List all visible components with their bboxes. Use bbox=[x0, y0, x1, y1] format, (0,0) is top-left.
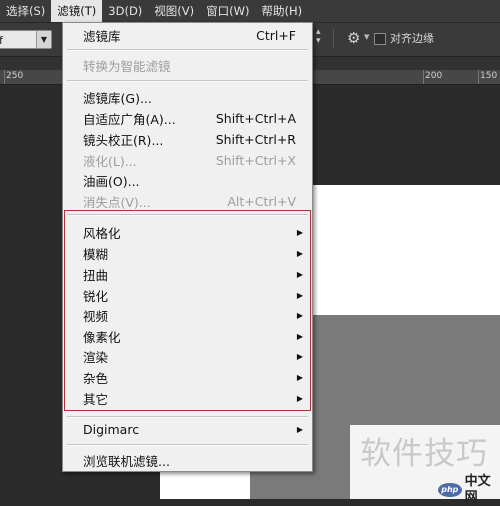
menu-item-vanishing-point: 消失点(V)... Alt+Ctrl+V bbox=[63, 191, 312, 211]
menu-item-blur[interactable]: 模糊 ▶ bbox=[63, 243, 312, 263]
submenu-arrow-icon: ▶ bbox=[296, 372, 303, 382]
menu-item-label: 滤镜库 bbox=[83, 28, 121, 44]
submenu-arrow-icon: ▶ bbox=[296, 424, 303, 434]
caret-up-down-icon[interactable]: ▴ ▾ bbox=[316, 28, 321, 46]
menu-item-other[interactable]: 其它 ▶ bbox=[63, 388, 312, 408]
menu-item-stylize[interactable]: 风格化 ▶ bbox=[63, 222, 312, 242]
menu-window[interactable]: 窗口(W) bbox=[200, 0, 255, 22]
menu-item-last-filter[interactable]: 滤镜库 Ctrl+F bbox=[63, 25, 312, 45]
menu-item-shortcut: Alt+Ctrl+V bbox=[227, 193, 296, 209]
menu-item-label: 自适应广角(A)... bbox=[83, 111, 176, 127]
menu-help[interactable]: 帮助(H) bbox=[255, 0, 308, 22]
menu-item-label: 镜头校正(R)... bbox=[83, 132, 164, 148]
menu-item-distort[interactable]: 扭曲 ▶ bbox=[63, 264, 312, 284]
menu-item-label: 像素化 bbox=[83, 329, 121, 345]
menu-separator bbox=[67, 49, 308, 51]
gear-icon[interactable]: ⚙ bbox=[347, 27, 360, 49]
menu-item-oil-paint[interactable]: 油画(O)... bbox=[63, 170, 312, 190]
watermark-logo: php 中文网 bbox=[438, 474, 500, 505]
menu-item-liquify: 液化(L)... Shift+Ctrl+X bbox=[63, 150, 312, 170]
menu-item-label: 消失点(V)... bbox=[83, 194, 151, 210]
ruler-tick-line bbox=[478, 70, 479, 84]
submenu-arrow-icon: ▶ bbox=[296, 290, 303, 300]
menu-item-label: 液化(L)... bbox=[83, 153, 137, 169]
align-edges-label: 对齐边缘 bbox=[390, 32, 434, 45]
menu-item-label: 锐化 bbox=[83, 288, 109, 304]
php-logo: php bbox=[438, 482, 462, 497]
menu-item-shortcut: Shift+Ctrl+A bbox=[215, 110, 296, 126]
menu-item-adaptive-wide-angle[interactable]: 自适应广角(A)... Shift+Ctrl+A bbox=[63, 108, 312, 128]
menu-item-shortcut: Shift+Ctrl+X bbox=[215, 152, 296, 168]
menu-item-render[interactable]: 渲染 ▶ bbox=[63, 346, 312, 366]
menu-item-label: 视频 bbox=[83, 308, 109, 324]
menu-select[interactable]: 选择(S) bbox=[0, 0, 51, 22]
submenu-arrow-icon: ▶ bbox=[296, 227, 303, 237]
menu-item-filter-gallery[interactable]: 滤镜库(G)... bbox=[63, 87, 312, 107]
ruler-tick-label: 250 bbox=[6, 71, 24, 81]
ruler-tick-label: 150 bbox=[480, 71, 498, 81]
menu-item-label: 杂色 bbox=[83, 370, 109, 386]
menu-bar: 选择(S) 滤镜(T) 3D(D) 视图(V) 窗口(W) 帮助(H) bbox=[0, 0, 500, 23]
menu-item-label: 模糊 bbox=[83, 246, 109, 262]
submenu-arrow-icon: ▶ bbox=[296, 310, 303, 320]
submenu-arrow-icon: ▶ bbox=[296, 351, 303, 361]
ruler-tick-line bbox=[423, 70, 424, 84]
menu-item-lens-correction[interactable]: 镜头校正(R)... Shift+Ctrl+R bbox=[63, 129, 312, 149]
menu-separator bbox=[67, 416, 308, 418]
menu-item-label: 风格化 bbox=[83, 225, 121, 241]
chevron-down-icon[interactable]: ▼ bbox=[364, 33, 369, 41]
chevron-down-icon: ▼ bbox=[36, 31, 51, 48]
menu-item-video[interactable]: 视频 ▶ bbox=[63, 305, 312, 325]
watermark-site-name: 中文网 bbox=[464, 473, 491, 505]
menu-view[interactable]: 视图(V) bbox=[148, 0, 200, 22]
menu-item-label: 其它 bbox=[83, 391, 109, 407]
menu-item-label: Digimarc bbox=[83, 421, 140, 437]
submenu-arrow-icon: ▶ bbox=[296, 393, 303, 403]
mode-select-value: f bbox=[0, 34, 3, 47]
filter-menu: 滤镜库 Ctrl+F 转换为智能滤镜 滤镜库(G)... 自适应广角(A)...… bbox=[62, 22, 313, 472]
options-divider bbox=[333, 29, 334, 49]
ruler-tick-label: 200 bbox=[425, 71, 443, 81]
menu-filter[interactable]: 滤镜(T) bbox=[51, 0, 103, 22]
submenu-arrow-icon: ▶ bbox=[296, 331, 303, 341]
menu-item-browse-online-filters[interactable]: 浏览联机滤镜... bbox=[63, 450, 312, 470]
mode-select[interactable]: f ▼ bbox=[0, 30, 52, 49]
submenu-arrow-icon: ▶ bbox=[296, 269, 303, 279]
menu-item-label: 渲染 bbox=[83, 349, 109, 365]
submenu-arrow-icon: ▶ bbox=[296, 248, 303, 258]
align-edges-checkbox[interactable] bbox=[374, 33, 386, 45]
menu-item-shortcut: Shift+Ctrl+R bbox=[215, 131, 296, 147]
menu-item-pixelate[interactable]: 像素化 ▶ bbox=[63, 326, 312, 346]
ruler-tick-line bbox=[4, 70, 5, 84]
menu-item-convert-smart-filter: 转换为智能滤镜 bbox=[63, 55, 312, 75]
menu-item-noise[interactable]: 杂色 ▶ bbox=[63, 367, 312, 387]
watermark-text: 软件技巧 bbox=[360, 436, 488, 472]
menu-item-label: 扭曲 bbox=[83, 267, 109, 283]
menu-item-label: 滤镜库(G)... bbox=[83, 90, 152, 106]
menu-item-shortcut: Ctrl+F bbox=[256, 27, 296, 43]
menu-3d[interactable]: 3D(D) bbox=[102, 0, 148, 22]
menu-item-label: 浏览联机滤镜... bbox=[83, 453, 170, 469]
menu-item-digimarc[interactable]: Digimarc ▶ bbox=[63, 419, 312, 439]
menu-item-sharpen[interactable]: 锐化 ▶ bbox=[63, 285, 312, 305]
menu-separator bbox=[67, 444, 308, 446]
menu-item-label: 油画(O)... bbox=[83, 173, 140, 189]
menu-separator bbox=[67, 80, 308, 82]
menu-item-label: 转换为智能滤镜 bbox=[83, 58, 171, 74]
canvas-document[interactable] bbox=[300, 185, 500, 315]
